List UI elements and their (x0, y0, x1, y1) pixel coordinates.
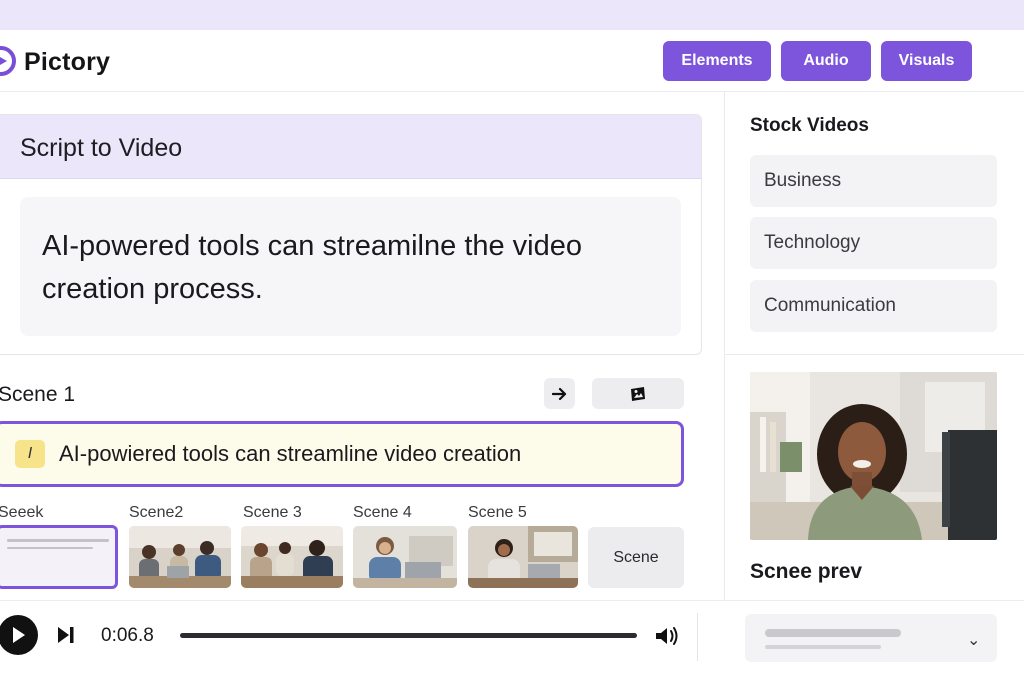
app-name: Pictory (24, 48, 111, 76)
thumb-label-seek: Seeek (0, 504, 44, 521)
scene-caption-text[interactable]: AI-powiered tools can streamline video c… (59, 441, 521, 467)
editor-header: Script to Video (0, 115, 701, 179)
preview-label: Scnee prev (750, 560, 863, 583)
top-strip (0, 0, 1024, 30)
script-editor-panel: Script to Video AI-powered tools can str… (0, 114, 702, 355)
thumb-label-scene-3: Scene 3 (243, 504, 302, 521)
thumb-text-line (7, 539, 109, 542)
stock-item-technology[interactable]: Technology (750, 217, 997, 269)
scene-thumbnail-1-selected[interactable] (0, 525, 118, 589)
skip-forward-icon[interactable] (55, 625, 77, 645)
change-visual-button[interactable] (592, 378, 684, 409)
settings-dropdown[interactable]: ⌄ (745, 614, 997, 662)
header: Pictory Elements Audio Visuals (0, 30, 1024, 92)
next-scene-button[interactable] (544, 378, 575, 409)
script-text[interactable]: AI-powered tools can streamilne the vide… (42, 225, 652, 311)
pictory-logo-icon (0, 46, 16, 76)
audio-button[interactable]: Audio (781, 41, 871, 81)
scene-label: Scene 1 (0, 383, 76, 406)
preview-photo (750, 372, 997, 540)
stock-videos-title: Stock Videos (750, 115, 869, 136)
thumb-photo (241, 526, 343, 588)
scene-thumbnail-2[interactable] (129, 526, 231, 588)
arrow-right-icon (551, 387, 566, 400)
text-cursor-icon: I (15, 440, 45, 468)
player-divider (697, 613, 698, 661)
editor-title: Script to Video (20, 134, 183, 162)
elements-button[interactable]: Elements (663, 41, 771, 81)
scene-caption-field[interactable]: I AI-powiered tools can streamline video… (0, 421, 684, 487)
dropdown-placeholder-line (765, 629, 901, 637)
thumb-photo (353, 526, 457, 588)
thumb-label-scene-2: Scene2 (129, 504, 184, 521)
stock-item-business[interactable]: Business (750, 155, 997, 207)
visuals-button[interactable]: Visuals (881, 41, 972, 81)
scene-thumbnail-4[interactable] (353, 526, 457, 588)
thumb-label-scene-4: Scene 4 (353, 504, 412, 521)
volume-icon[interactable] (654, 625, 680, 647)
scene-preview-image[interactable] (750, 372, 997, 540)
thumb-photo (129, 526, 231, 588)
play-button[interactable] (0, 615, 38, 655)
scene-thumbnail-3[interactable] (241, 526, 343, 588)
scene-thumbnail-5[interactable] (468, 526, 578, 588)
seek-bar[interactable] (180, 633, 637, 638)
more-scenes-button[interactable]: Scene (588, 527, 684, 588)
player-bar: 0:06.8 ⌄ (0, 600, 1024, 683)
panel-divider (724, 92, 725, 600)
stock-item-communication[interactable]: Communication (750, 280, 997, 332)
dropdown-placeholder-line (765, 645, 881, 649)
thumb-photo (468, 526, 578, 588)
thumb-label-scene-5: Scene 5 (468, 504, 527, 521)
play-icon (13, 627, 25, 643)
time-display: 0:06.8 (101, 625, 154, 646)
script-text-area[interactable]: AI-powered tools can streamilne the vide… (20, 197, 681, 336)
sidebar-separator (725, 354, 1024, 355)
image-icon (631, 386, 645, 401)
chevron-down-icon: ⌄ (967, 632, 981, 649)
thumb-text-line (7, 547, 93, 549)
